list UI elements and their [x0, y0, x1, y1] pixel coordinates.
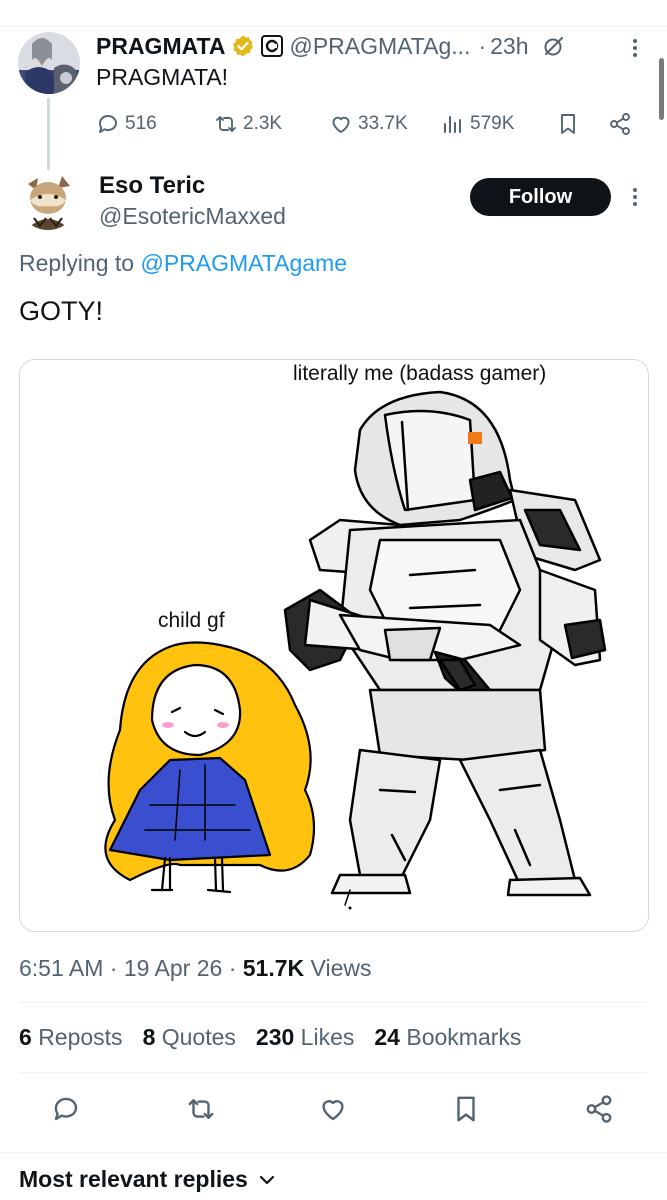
parent-views-count: 579K [470, 113, 515, 134]
views-chart-icon [444, 116, 461, 133]
more-options-icon[interactable] [630, 185, 640, 209]
chevron-down-icon [259, 1175, 274, 1184]
author-handle[interactable]: @EsotericMaxxed [99, 203, 286, 230]
repost-icon [216, 116, 236, 132]
stat-count: 6 [19, 1024, 32, 1050]
thread-connector [47, 98, 50, 170]
parent-repost-count: 2.3K [243, 113, 283, 134]
parent-share-button[interactable] [608, 108, 637, 140]
author-display-name[interactable]: Eso Teric [99, 172, 205, 200]
caption-child-gf: child gf [158, 609, 225, 632]
scrollbar[interactable] [659, 58, 664, 120]
quotes-stat[interactable]: 8 Quotes [143, 1024, 236, 1051]
parent-action-bar: 516 2.3K 33.7K 579K [96, 108, 636, 140]
parent-avatar[interactable] [18, 32, 80, 94]
parent-tweet-text: PRAGMATA! [96, 64, 229, 90]
bookmark-icon [561, 114, 575, 134]
tweet-text: GOTY! [19, 296, 104, 326]
reply-icon [99, 115, 117, 133]
affiliate-badge-icon [261, 35, 284, 57]
replying-to-mention[interactable]: @PRAGMATAgame [140, 250, 347, 276]
share-icon [610, 113, 630, 135]
stat-count: 24 [374, 1024, 400, 1050]
verified-badge-icon [233, 35, 254, 57]
bookmark-icon[interactable] [451, 1094, 481, 1124]
caption-literally-me: literally me (badass gamer) [293, 362, 546, 385]
parent-repost-button[interactable]: 2.3K [214, 108, 282, 140]
replies-sort-label: Most relevant replies [19, 1166, 248, 1192]
divider [19, 1072, 647, 1073]
grok-icon[interactable] [542, 34, 566, 58]
stat-count: 230 [255, 1024, 295, 1050]
top-divider [0, 26, 667, 27]
parent-reply-button[interactable]: 516 [96, 108, 157, 140]
follow-button[interactable]: Follow [470, 178, 611, 216]
parent-bookmark-button[interactable] [556, 108, 585, 140]
more-options-icon[interactable] [630, 36, 640, 60]
replying-to-prefix: Replying to [19, 250, 141, 276]
tweet-image[interactable]: literally me (badass gamer) child gf [19, 359, 649, 932]
time-separator: · [478, 32, 487, 59]
repost-icon[interactable] [186, 1094, 216, 1124]
divider [0, 1152, 667, 1153]
tweet-action-bar [0, 1090, 667, 1126]
reposts-stat[interactable]: 6 Reposts [19, 1024, 123, 1051]
stat-label: Reposts [38, 1024, 123, 1050]
parent-like-count: 33.7K [358, 113, 408, 134]
divider [19, 1002, 647, 1003]
tweet-date: 19 Apr 26 [123, 955, 223, 981]
replying-to: Replying to @PRAGMATAgame [19, 250, 347, 277]
stat-count: 8 [142, 1024, 156, 1050]
heart-icon[interactable] [318, 1094, 348, 1124]
stat-label: Quotes [161, 1024, 236, 1050]
likes-stat[interactable]: 230 Likes [256, 1024, 354, 1051]
tweet-time: 6:51 AM [19, 955, 104, 981]
parent-time[interactable]: 23h [490, 33, 528, 60]
author-avatar[interactable] [18, 170, 78, 230]
stat-label: Bookmarks [406, 1024, 522, 1050]
parent-handle[interactable]: @PRAGMATAg... [289, 33, 470, 60]
parent-header: PRAGMATA @PRAGMATAg... · 23h [96, 32, 566, 60]
drawing-illustration: literally me (badass gamer) child gf [20, 360, 648, 931]
timestamp-sep: · [103, 955, 124, 981]
heart-icon [332, 116, 350, 133]
reply-icon[interactable] [51, 1094, 81, 1124]
share-icon[interactable] [584, 1094, 614, 1124]
views-label: Views [310, 955, 372, 981]
parent-reply-count: 516 [125, 113, 157, 134]
bookmarks-stat[interactable]: 24 Bookmarks [374, 1024, 521, 1051]
stat-label: Likes [300, 1024, 355, 1050]
replies-sort-dropdown[interactable]: Most relevant replies [19, 1166, 276, 1193]
parent-display-name[interactable]: PRAGMATA [96, 33, 225, 60]
engagement-stats: 6 Reposts 8 Quotes 230 Likes 24 Bookmark… [19, 1024, 541, 1051]
parent-views-button[interactable]: 579K [441, 108, 514, 140]
tweet-timestamp[interactable]: 6:51 AM · 19 Apr 26 · 51.7K Views [19, 955, 371, 982]
timestamp-sep: · [222, 955, 243, 981]
parent-like-button[interactable]: 33.7K [329, 108, 408, 140]
views-count: 51.7K [242, 955, 305, 981]
